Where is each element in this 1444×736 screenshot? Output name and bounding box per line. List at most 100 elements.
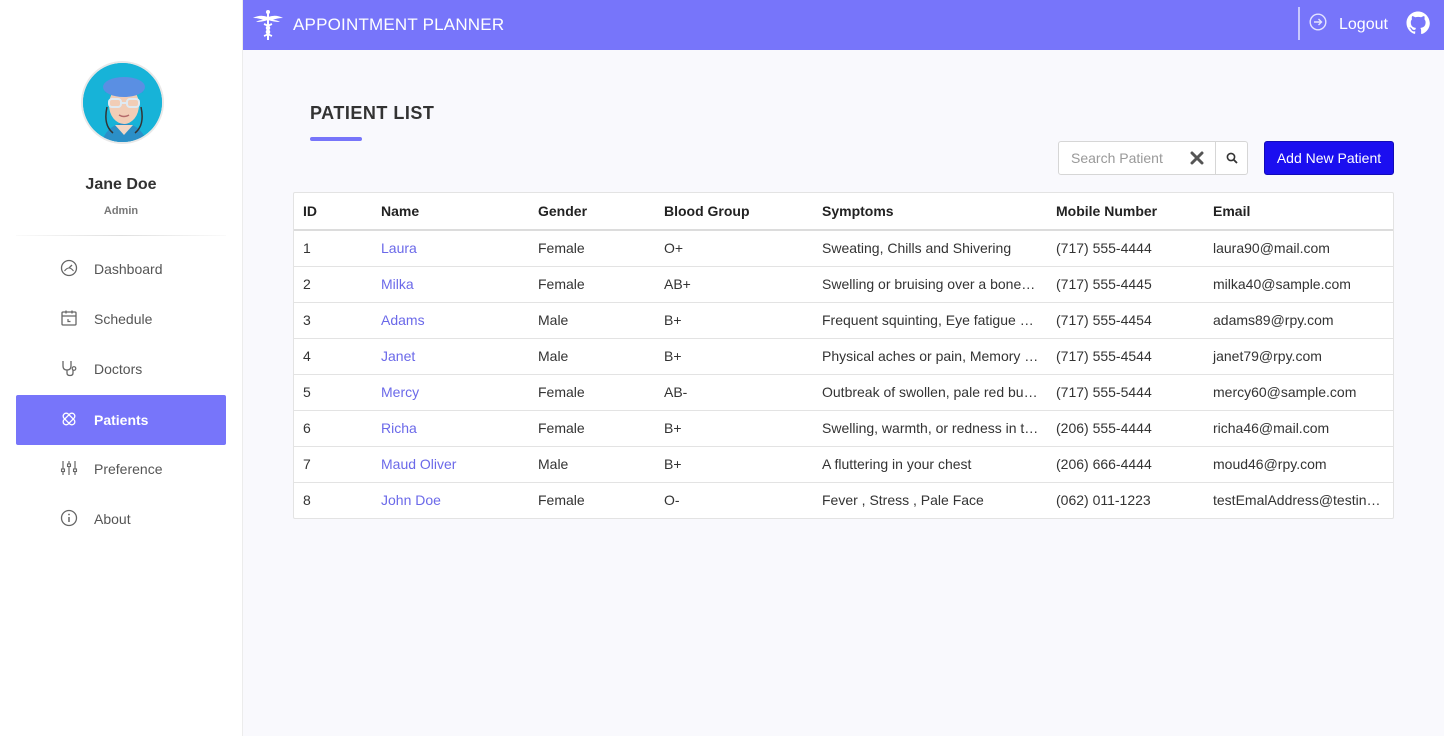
table-cell: O- xyxy=(664,492,680,509)
add-new-patient-button[interactable]: Add New Patient xyxy=(1264,141,1394,175)
column-header[interactable]: ID xyxy=(294,193,372,231)
stethoscope-icon xyxy=(62,361,77,377)
column-header[interactable]: Email xyxy=(1204,193,1393,231)
dashboard-icon xyxy=(60,259,78,277)
sidebar-item-dashboard[interactable]: Dashboard xyxy=(16,244,226,294)
sidebar-item-label: Patients xyxy=(94,412,149,428)
patient-name-link[interactable]: Laura xyxy=(372,230,529,267)
table-cell: 8 xyxy=(303,492,311,509)
column-header[interactable]: Name xyxy=(372,193,529,231)
table-cell: Female xyxy=(529,230,655,267)
clear-icon[interactable] xyxy=(1190,151,1204,165)
table-cell: Swelling, warmth, or redness in t… xyxy=(813,410,1047,447)
sidebar-item-doctors[interactable]: Doctors xyxy=(16,344,226,394)
logout-button[interactable]: Logout xyxy=(1339,16,1388,34)
table-cell: Female xyxy=(538,492,585,509)
search-box xyxy=(1058,141,1248,175)
table-cell: B+ xyxy=(655,338,813,375)
sidebar-item-schedule[interactable]: Schedule xyxy=(16,294,226,344)
patient-name-link[interactable]: Richa xyxy=(372,410,529,447)
logout-icon[interactable] xyxy=(1309,13,1327,31)
table-cell: (717) 555-4444 xyxy=(1047,230,1204,267)
table-cell: AB- xyxy=(655,374,813,411)
table-cell: (717) 555-4544 xyxy=(1047,338,1204,375)
table-cell: moud46@rpy.com xyxy=(1204,446,1393,483)
title-underline xyxy=(310,137,362,141)
table-row[interactable]: 8 John Doe Female O- Fever , Stress , Pale F… xyxy=(294,482,1393,518)
table-row[interactable]: 1 Laura Female O+ Sweating, Chills and Shive… xyxy=(294,230,1393,267)
table-cell: Sweating, Chills and Shivering xyxy=(813,230,1047,267)
sidebar-item-label: Preference xyxy=(94,461,163,477)
sidebar-item-label: About xyxy=(94,511,131,527)
column-header[interactable]: Blood Group xyxy=(655,193,813,231)
info-icon xyxy=(60,509,78,527)
table-row[interactable]: 3 Adams Male B+ Frequent squinting, Eye fati… xyxy=(294,302,1393,339)
table-cell: adams89@rpy.com xyxy=(1204,302,1393,339)
sidebar-item-label: Doctors xyxy=(94,361,143,377)
caduceus-icon xyxy=(253,10,283,40)
page-title: PATIENT LIST xyxy=(310,103,435,123)
column-header[interactable]: Gender xyxy=(529,193,655,231)
sidebar-item-label: Dashboard xyxy=(94,261,163,277)
table-row[interactable]: 6 Richa Female B+ Swelling, warmth, or redne… xyxy=(294,410,1393,447)
table-cell: (206) 666-4444 xyxy=(1047,446,1204,483)
table-row[interactable]: 2 Milka Female AB+ Swelling or bruising over… xyxy=(294,266,1393,303)
table-cell: 6 xyxy=(294,410,372,447)
sidebar: Jane Doe Admin Dashboard Schedule Doctor… xyxy=(0,0,243,736)
table-cell: mercy60@sample.com xyxy=(1204,374,1393,411)
table-cell: milka40@sample.com xyxy=(1204,266,1393,303)
table-cell: AB+ xyxy=(655,266,813,303)
table-cell: Male xyxy=(529,338,655,375)
search-input[interactable] xyxy=(1060,143,1185,173)
table-cell: 3 xyxy=(294,302,372,339)
table-cell: (717) 555-5444 xyxy=(1047,374,1204,411)
table-cell: A fluttering in your chest xyxy=(813,446,1047,483)
table-cell: Female xyxy=(529,374,655,411)
table-cell: 7 xyxy=(294,446,372,483)
sidebar-item-preference[interactable]: Preference xyxy=(16,444,226,494)
table-cell: Outbreak of swollen, pale red bu… xyxy=(813,374,1047,411)
table-cell: 2 xyxy=(294,266,372,303)
github-icon[interactable] xyxy=(1406,11,1430,35)
column-header[interactable]: Symptoms xyxy=(813,193,1047,231)
table-cell: janet79@rpy.com xyxy=(1204,338,1393,375)
calendar-icon xyxy=(61,310,77,326)
search-button[interactable] xyxy=(1215,142,1248,174)
app-title: APPOINTMENT PLANNER xyxy=(293,15,505,34)
table-row[interactable]: 5 Mercy Female AB- Outbreak of swollen, pale… xyxy=(294,374,1393,411)
table-cell: B+ xyxy=(655,446,813,483)
user-role: Admin xyxy=(103,205,139,217)
table-cell: Fever , Stress , Pale Face xyxy=(822,492,984,509)
table-cell: Female xyxy=(529,410,655,447)
patient-name-link[interactable]: Milka xyxy=(372,266,529,303)
avatar xyxy=(81,61,164,144)
top-bar: APPOINTMENT PLANNER Logout xyxy=(243,0,1444,50)
patient-name-link[interactable]: Mercy xyxy=(372,374,529,411)
table-row[interactable]: 4 Janet Male B+ Physical aches or pain, Memo… xyxy=(294,338,1393,375)
table-cell: testEmalAddress@testin… xyxy=(1213,492,1381,509)
table-cell: O+ xyxy=(655,230,813,267)
table-cell: Frequent squinting, Eye fatigue o… xyxy=(813,302,1047,339)
table-cell: 1 xyxy=(294,230,372,267)
user-name: Jane Doe xyxy=(85,176,157,193)
table-cell: 5 xyxy=(294,374,372,411)
patient-name-link[interactable]: Janet xyxy=(372,338,529,375)
column-header[interactable]: Mobile Number xyxy=(1047,193,1204,231)
table-cell: Swelling or bruising over a bone,… xyxy=(813,266,1047,303)
table-cell: Female xyxy=(529,266,655,303)
patient-name-link[interactable]: John Doe xyxy=(372,482,529,518)
table-cell: Male xyxy=(529,446,655,483)
table-cell: (717) 555-4454 xyxy=(1047,302,1204,339)
table-header-row: ID Name Gender Blood Group Symptoms Mobile Nu… xyxy=(294,193,1393,231)
sidebar-divider xyxy=(16,235,226,236)
table-row[interactable]: 7 Maud Oliver Male B+ A fluttering in your c… xyxy=(294,446,1393,483)
sidebar-item-patients[interactable]: Patients xyxy=(16,395,226,445)
patient-name-link[interactable]: Maud Oliver xyxy=(372,446,529,483)
table-cell: Physical aches or pain, Memory … xyxy=(813,338,1047,375)
sidebar-item-label: Schedule xyxy=(94,311,153,327)
table-cell: 4 xyxy=(294,338,372,375)
patient-name-link[interactable]: Adams xyxy=(372,302,529,339)
table-cell: Male xyxy=(529,302,655,339)
sidebar-item-about[interactable]: About xyxy=(16,494,226,544)
sliders-icon xyxy=(60,461,78,475)
